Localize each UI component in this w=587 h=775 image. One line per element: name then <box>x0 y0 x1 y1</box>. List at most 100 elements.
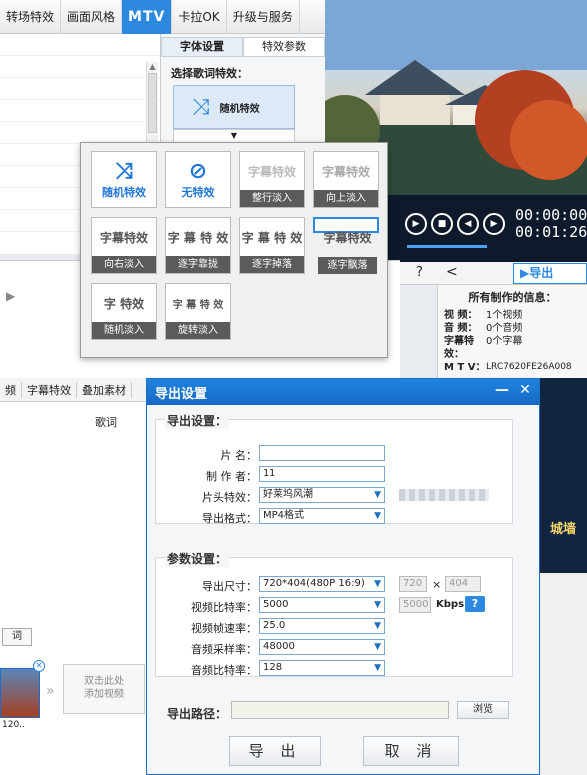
section-export-title: 导出设置： <box>165 412 230 429</box>
tab-subtitle-effects[interactable]: 字幕特效 <box>22 381 77 398</box>
lyric-button[interactable]: 词 <box>2 628 32 646</box>
chevron-down-icon: ▼ <box>374 621 381 631</box>
expand-arrow-icon[interactable]: ▶ <box>6 289 15 303</box>
video-bitrate-label: 视频比特率： <box>191 601 257 614</box>
share-icon[interactable]: < <box>446 264 458 280</box>
width-field[interactable]: 720 <box>399 576 427 592</box>
effect-preview-text: 字 特效 <box>103 296 145 311</box>
play-icon[interactable]: ▶ <box>405 213 427 235</box>
help-icon[interactable]: ? <box>416 265 423 280</box>
info-subtitle-label: 字幕特效： <box>444 336 474 360</box>
opening-effect-preview <box>399 489 489 501</box>
minimize-icon[interactable]: — <box>491 381 513 399</box>
next-icon[interactable]: ▶ <box>483 213 505 235</box>
params-section <box>155 557 513 677</box>
author-field[interactable]: 11 <box>259 466 385 482</box>
size-value: 720*404(480P 16:9) <box>263 578 365 589</box>
fps-select[interactable]: 25.0 ▼ <box>259 618 385 634</box>
close-icon[interactable]: ✕ <box>514 381 536 399</box>
export-button[interactable]: ▶导出 <box>513 263 587 284</box>
chevron-down-icon: ▼ <box>374 642 381 652</box>
tab-video[interactable]: 频 <box>0 381 22 398</box>
close-icon[interactable]: × <box>33 660 45 672</box>
effect-tile-none[interactable]: ⊘ 无特效 <box>165 151 231 208</box>
fps-label: 视频帧速率： <box>191 622 257 635</box>
effect-preview-text: 字 幕 特 效 <box>167 230 229 245</box>
chevron-down-icon[interactable]: ▼ <box>173 129 295 143</box>
audio-bitrate-select[interactable]: 128 ▼ <box>259 660 385 676</box>
times-sign: × <box>432 578 442 591</box>
effect-dropdown[interactable]: ⤨ 随机特效 <box>173 85 295 129</box>
custom-bitrate-field[interactable]: 5000 <box>399 597 431 613</box>
chevron-down-icon: ▼ <box>374 490 381 500</box>
effect-preview-text: 字幕特效 <box>321 164 370 179</box>
path-label: 导出路径： <box>167 707 228 721</box>
prev-icon[interactable]: ◀ <box>457 213 479 235</box>
chevron-down-icon: ▼ <box>374 663 381 673</box>
export-icon: ▶ <box>520 266 530 280</box>
tab-mtv[interactable]: MTV <box>122 0 173 34</box>
help-icon[interactable]: ? <box>465 596 485 612</box>
effect-picker-popup: ⤨ 随机特效 ⊘ 无特效 字幕特效 整行淡入 字幕特效 向上淡入 字幕特效 向右淡入… <box>80 142 388 358</box>
format-select[interactable]: MP4格式 ▼ <box>259 508 385 524</box>
effect-tile-up-fade[interactable]: 字幕特效 向上淡入 <box>313 151 379 208</box>
effect-tile-char-gather[interactable]: 字 幕 特 效 逐字靠拢 <box>165 217 231 274</box>
effect-tile-char-float[interactable]: 字幕特效 逐字飘落 <box>313 217 379 274</box>
effect-tile-label: 整行淡入 <box>240 190 304 207</box>
video-bitrate-select[interactable]: 5000 ▼ <box>259 597 385 613</box>
volume-slider[interactable] <box>407 245 487 248</box>
effect-tile-char-drop[interactable]: 字 幕 特 效 逐字掉落 <box>239 217 305 274</box>
stop-icon[interactable]: ■ <box>431 213 453 235</box>
height-field[interactable]: 404 <box>445 576 481 592</box>
info-title: 所有制作的信息： <box>468 291 557 304</box>
lyric-column-header: 歌词 <box>95 416 117 429</box>
tab-overlay[interactable]: 叠加素材 <box>77 381 132 398</box>
lyric-editor-panel: 歌词 词 × 120.. » <box>0 378 150 775</box>
name-label: 片 名： <box>220 449 258 462</box>
format-value: MP4格式 <box>263 510 305 521</box>
current-time: 00:00:00 <box>515 206 587 224</box>
subtab-font-settings[interactable]: 字体设置 <box>161 37 243 57</box>
size-label: 导出尺寸： <box>202 580 257 593</box>
effect-tile-random[interactable]: ⤨ 随机特效 <box>91 151 157 208</box>
project-info-panel: 所有制作的信息： 视 频： 1个视频 音 频： 0个音频 字幕特效： 0个字幕 M T… <box>437 285 587 380</box>
info-audio-value: 0个音频 <box>486 323 523 334</box>
player-controls: ▶ ■ ◀ ▶ 00:00:00 00:01:26 <box>385 195 587 265</box>
effect-preview-text: 字幕特效 <box>247 164 296 179</box>
total-time: 00:01:26 <box>515 223 587 241</box>
sample-rate-select[interactable]: 48000 ▼ <box>259 639 385 655</box>
side-panel <box>540 573 587 775</box>
path-field[interactable] <box>231 701 449 719</box>
export-confirm-button[interactable]: 导 出 <box>229 736 321 766</box>
browse-button[interactable]: 浏览 <box>457 701 509 719</box>
subtab-effect-params[interactable]: 特效参数 <box>243 37 325 57</box>
effect-tile-label: 向上淡入 <box>314 190 378 207</box>
sample-rate-label: 音频采样率： <box>191 643 257 656</box>
info-mtv-value: LRC7620FE26A008 <box>486 362 572 372</box>
tab-karaoke[interactable]: 卡拉OK <box>172 0 227 34</box>
chevron-down-icon: ▼ <box>374 511 381 521</box>
effect-tile-label: 无特效 <box>181 185 215 199</box>
export-settings-dialog: 导出设置 — ✕ 导出设置： 片 名： 制 作 者： 11 片头特效： 好莱坞风… <box>146 378 540 775</box>
effect-tile-label: 逐字靠拢 <box>166 256 230 273</box>
tab-style[interactable]: 画面风格 <box>61 0 123 34</box>
effect-tile-rotate-fade[interactable]: 字 幕 特 效 旋转淡入 <box>165 283 231 340</box>
kbps-unit: Kbps <box>436 599 465 610</box>
size-select[interactable]: 720*404(480P 16:9) ▼ <box>259 576 385 592</box>
effect-tile-label: 逐字掉落 <box>240 256 304 273</box>
effect-tile-line-fade[interactable]: 字幕特效 整行淡入 <box>239 151 305 208</box>
cancel-button[interactable]: 取 消 <box>363 736 459 766</box>
dialog-titlebar: 导出设置 — ✕ <box>147 379 539 405</box>
dialog-title: 导出设置 <box>155 386 208 402</box>
effect-tile-random-fade[interactable]: 字 特效 随机淡入 <box>91 283 157 340</box>
name-field[interactable] <box>259 445 385 461</box>
video-bitrate-value: 5000 <box>263 599 289 610</box>
bottom-tab-bar: 频 字幕特效 叠加素材 <box>0 378 160 402</box>
effect-tile-label: 向右淡入 <box>92 256 156 273</box>
add-video-placeholder[interactable]: 双击此处 添加视频 <box>63 664 145 714</box>
opening-effect-select[interactable]: 好莱坞风潮 ▼ <box>259 487 385 503</box>
tab-transition[interactable]: 转场特效 <box>0 0 62 34</box>
effect-tile-right-fade[interactable]: 字幕特效 向右淡入 <box>91 217 157 274</box>
tab-upgrade[interactable]: 升级与服务 <box>227 0 300 34</box>
video-thumbnail[interactable] <box>0 668 40 718</box>
